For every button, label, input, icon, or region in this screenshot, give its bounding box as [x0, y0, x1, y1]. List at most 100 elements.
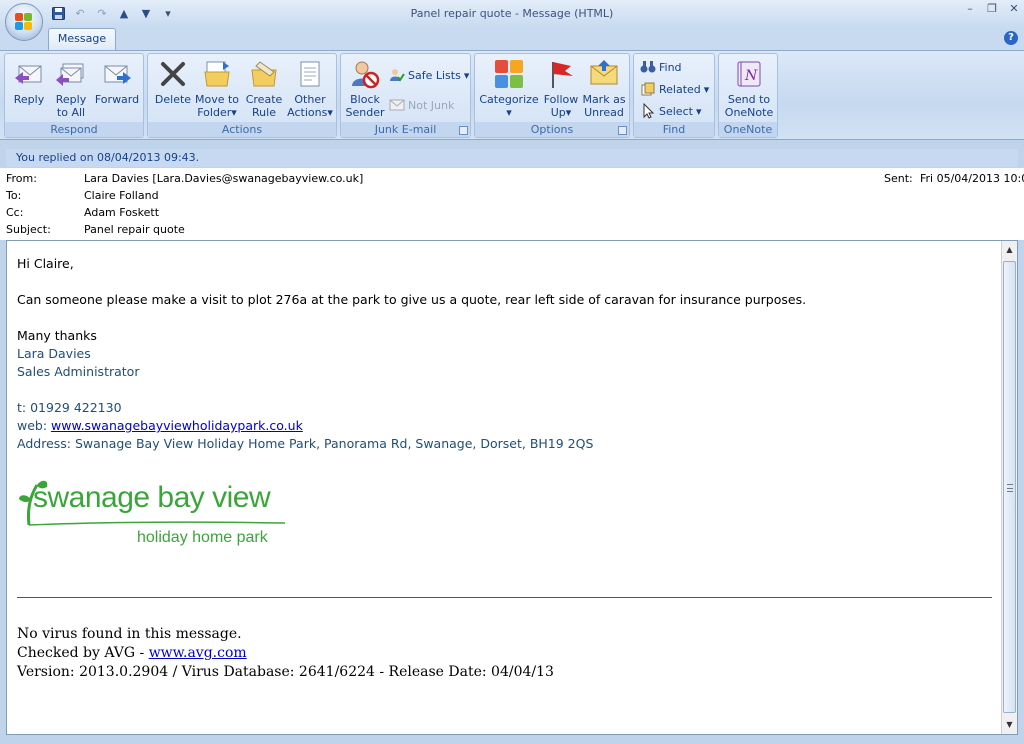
group-label-junk-email: Junk E-mail: [341, 122, 470, 137]
separator-line: [17, 597, 992, 598]
categorize-icon: [493, 58, 525, 90]
dialog-launcher-icon[interactable]: [459, 126, 468, 135]
window-bottom-border: [0, 737, 1024, 744]
reply-icon: [13, 58, 45, 90]
group-label-actions: Actions: [148, 122, 336, 137]
block-sender-button[interactable]: Block Sender: [343, 58, 387, 119]
categorize-button[interactable]: Categorize ▾: [479, 58, 539, 119]
message-content: Hi Claire, Can someone please make a vis…: [17, 255, 997, 680]
avg-link[interactable]: www.avg.com: [149, 645, 247, 661]
message-paragraph: Can someone please make a visit to plot …: [17, 292, 807, 307]
move-folder-icon: [201, 58, 233, 90]
vertical-scrollbar[interactable]: ▲ ▼: [1001, 241, 1017, 734]
delete-x-icon: [157, 58, 189, 90]
delete-button[interactable]: Delete: [152, 58, 194, 106]
forward-icon: [101, 58, 133, 90]
to-value[interactable]: Claire Folland: [84, 187, 159, 204]
cursor-arrow-icon: [640, 102, 656, 119]
dialog-launcher-icon[interactable]: [618, 126, 627, 135]
safe-lists-button[interactable]: Safe Lists ▾: [389, 66, 469, 84]
svg-text:N: N: [744, 68, 758, 84]
grip-icon: [1007, 484, 1013, 492]
move-to-folder-button[interactable]: Move to Folder▾: [194, 58, 240, 119]
signature-title: Sales Administrator: [17, 364, 140, 379]
dropdown-arrow-icon: ▾: [231, 106, 237, 119]
sent-value: Fri 05/04/2013 10:00: [920, 172, 1024, 185]
other-actions-button[interactable]: Other Actions▾: [286, 58, 334, 119]
safe-lists-icon: [389, 67, 405, 83]
group-junk-email: Block Sender Safe Lists ▾ Not Junk Junk …: [340, 53, 471, 138]
scroll-up-icon[interactable]: ▲: [1004, 243, 1015, 257]
follow-up-button[interactable]: Follow Up▾: [539, 58, 583, 119]
logo-text-main: swanage bay view: [33, 481, 271, 514]
outlook-message-window: ↶ ↷ ▲ ▼ ▾ Panel repair quote - Message (…: [0, 0, 1024, 744]
related-button[interactable]: Related ▾: [640, 80, 709, 98]
website-link[interactable]: www.swanagebayviewholidaypark.co.uk: [51, 418, 303, 433]
group-label-find: Find: [634, 122, 714, 137]
dropdown-arrow-icon: ▾: [463, 68, 470, 82]
info-bar: You replied on 08/04/2013 09:43.: [6, 149, 1018, 167]
greeting: Hi Claire,: [17, 256, 74, 271]
onenote-icon: N: [733, 58, 765, 90]
cc-value[interactable]: Adam Foskett: [84, 204, 159, 221]
ribbon: Reply Reply to All Forward Respond Delet…: [0, 50, 1024, 140]
mark-as-unread-button[interactable]: Mark as Unread: [581, 58, 627, 119]
tab-message[interactable]: Message: [48, 28, 116, 50]
dropdown-arrow-icon: ▾: [565, 106, 572, 119]
window-controls: – ❐ ✕: [964, 2, 1020, 16]
follow-up-flag-icon: [545, 58, 577, 90]
close-icon[interactable]: ✕: [1008, 2, 1020, 16]
send-to-onenote-button[interactable]: N Send to OneNote: [723, 58, 775, 119]
help-icon[interactable]: ?: [1004, 31, 1018, 45]
select-button[interactable]: Select ▾: [640, 102, 701, 120]
dropdown-arrow-icon: ▾: [695, 104, 702, 118]
dropdown-arrow-icon: ▾: [506, 106, 512, 119]
create-rule-button[interactable]: Create Rule: [242, 58, 286, 119]
group-onenote: N Send to OneNote OneNote: [718, 53, 778, 138]
reply-button[interactable]: Reply: [9, 58, 49, 106]
other-actions-icon: [294, 58, 326, 90]
reply-all-icon: [55, 58, 87, 90]
dropdown-arrow-icon: ▾: [703, 82, 710, 96]
signature-phone: t: 01929 422130: [17, 400, 122, 415]
mark-unread-icon: [588, 58, 620, 90]
message-header: From: Lara Davies [Lara.Davies@swanageba…: [0, 168, 1024, 240]
company-logo: swanage bay view holiday home park: [17, 477, 297, 557]
logo-text-sub: holiday home park: [137, 529, 268, 546]
maximize-icon[interactable]: ❐: [986, 2, 998, 16]
message-body[interactable]: Hi Claire, Can someone please make a vis…: [6, 240, 1018, 735]
group-label-onenote: OneNote: [719, 122, 777, 137]
signature-web: web: www.swanagebayviewholidaypark.co.uk: [17, 418, 303, 433]
dropdown-arrow-icon: ▾: [327, 106, 333, 119]
group-respond: Reply Reply to All Forward Respond: [4, 53, 144, 138]
reply-all-button[interactable]: Reply to All: [51, 58, 91, 119]
office-logo-icon: [15, 13, 33, 31]
scroll-down-icon[interactable]: ▼: [1004, 718, 1015, 732]
office-button[interactable]: [5, 3, 43, 41]
signoff: Many thanks: [17, 328, 97, 343]
from-value[interactable]: Lara Davies [Lara.Davies@swanagebayview.…: [84, 170, 363, 187]
signature-name: Lara Davies: [17, 346, 91, 361]
avg-notice: No virus found in this message. Checked …: [17, 626, 554, 680]
not-junk-button[interactable]: Not Junk: [389, 96, 454, 114]
subject-value: Panel repair quote: [84, 223, 185, 236]
window-title: Panel repair quote - Message (HTML): [410, 7, 614, 20]
ribbon-tab-row: Message ?: [0, 28, 1024, 50]
group-label-options: Options: [475, 122, 629, 137]
scroll-thumb[interactable]: [1003, 261, 1016, 713]
minimize-icon[interactable]: –: [964, 2, 976, 16]
title-bar: ↶ ↷ ▲ ▼ ▾ Panel repair quote - Message (…: [0, 0, 1024, 28]
group-actions: Delete Move to Folder▾ Create Rule Other…: [147, 53, 337, 138]
binoculars-icon: [640, 59, 656, 75]
group-label-respond: Respond: [5, 122, 143, 137]
header-from-row: From: Lara Davies [Lara.Davies@swanageba…: [6, 170, 1024, 187]
find-button[interactable]: Find: [640, 58, 682, 76]
create-rule-icon: [248, 58, 280, 90]
related-icon: [640, 81, 656, 97]
group-options: Categorize ▾ Follow Up▾ Mark as Unread O…: [474, 53, 630, 138]
forward-button[interactable]: Forward: [93, 58, 141, 106]
block-sender-icon: [349, 58, 381, 90]
not-junk-icon: [389, 97, 405, 113]
group-find: Find Related ▾ Select ▾ Find: [633, 53, 715, 138]
signature-address: Address: Swanage Bay View Holiday Home P…: [17, 436, 594, 451]
